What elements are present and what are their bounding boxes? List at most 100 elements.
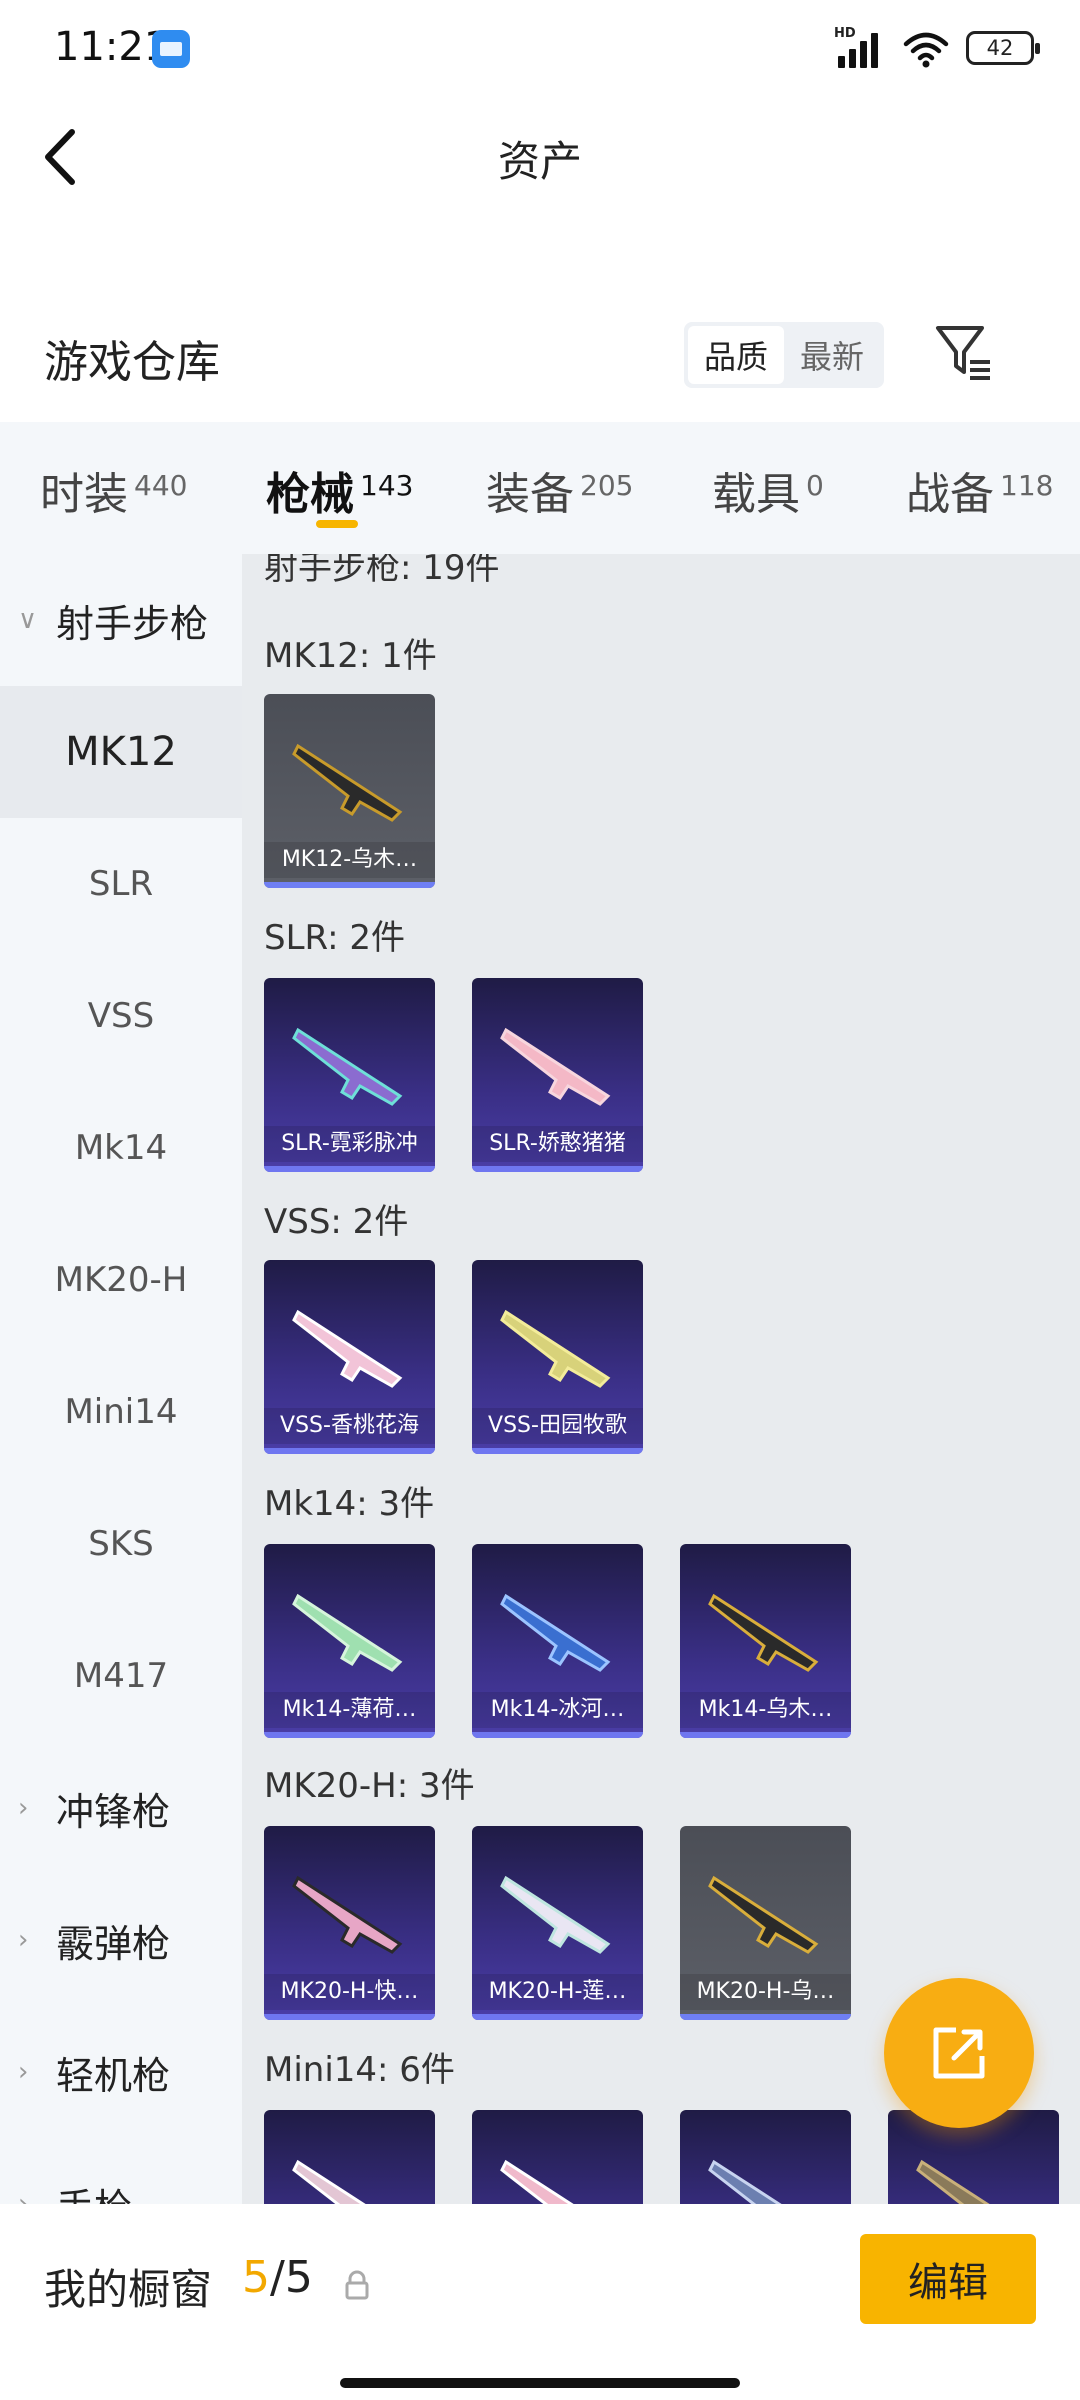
weapon-card-name: Mk14-冰河… bbox=[472, 1692, 643, 1728]
tab-count: 0 bbox=[806, 469, 824, 502]
weapon-card[interactable]: SLR-娇憨猪猪 bbox=[472, 978, 643, 1172]
tab-count: 205 bbox=[580, 469, 634, 502]
edit-button[interactable]: 编辑 bbox=[860, 2234, 1036, 2324]
tab-supplies[interactable]: 战备 118 bbox=[906, 458, 1053, 522]
rifle-icon bbox=[708, 1875, 819, 1954]
weapon-card-name: MK20-H-乌… bbox=[680, 1974, 851, 2010]
status-icons: HD 42 bbox=[834, 26, 1040, 68]
sort-toggle: 品质 最新 bbox=[684, 322, 884, 388]
weapon-card[interactable]: Mk14-冰河… bbox=[472, 1544, 643, 1738]
section-title-mk14: Mk14: 3件 bbox=[264, 1484, 435, 1524]
sidebar-item-mk12[interactable]: MK12 bbox=[0, 686, 242, 818]
tab-label: 战备 bbox=[906, 469, 994, 520]
section-title-mk20h: MK20-H: 3件 bbox=[264, 1766, 475, 1806]
weapon-card-name: VSS-香桃花海 bbox=[264, 1408, 435, 1444]
rifle-icon bbox=[916, 2159, 990, 2204]
rifle-icon bbox=[708, 2159, 782, 2204]
home-indicator[interactable] bbox=[340, 2378, 740, 2388]
weapon-category-sidebar: ∨ 射手步枪 MK12 SLR VSS Mk14 MK20-H Mini14 S… bbox=[0, 554, 242, 2204]
weapon-card[interactable]: VSS-香桃花海 bbox=[264, 1260, 435, 1454]
assets-screen: 11:21 HD 42 资产 游戏仓库 品质 最新 时装 440 枪械 143 … bbox=[0, 0, 1080, 2400]
weapon-card-name: Mk14-薄荷… bbox=[264, 1692, 435, 1728]
sidebar-item-m417[interactable]: M417 bbox=[0, 1610, 242, 1742]
weapon-card[interactable]: VSS-田园牧歌 bbox=[472, 1260, 643, 1454]
lock-icon bbox=[345, 2270, 369, 2300]
tab-count: 143 bbox=[360, 469, 414, 502]
share-fab-button[interactable] bbox=[884, 1978, 1034, 2128]
rifle-icon bbox=[292, 1309, 403, 1388]
rifle-icon bbox=[292, 1875, 403, 1954]
sidebar-item-mini14[interactable]: Mini14 bbox=[0, 1346, 242, 1478]
chevron-right-icon: › bbox=[18, 2189, 29, 2204]
sort-quality-option[interactable]: 品质 bbox=[688, 326, 784, 384]
sidebar-group-marksman-rifles[interactable]: ∨ 射手步枪 bbox=[0, 554, 242, 686]
tab-label: 载具 bbox=[712, 469, 800, 520]
showcase-current: 5 bbox=[242, 2252, 270, 2303]
weapon-card-name: MK20-H-莲… bbox=[472, 1974, 643, 2010]
sidebar-group-label: 射手步枪 bbox=[56, 601, 209, 646]
network-type: HD bbox=[834, 26, 856, 41]
sidebar-item-vss[interactable]: VSS bbox=[0, 950, 242, 1082]
tab-equipment[interactable]: 装备 205 bbox=[486, 458, 633, 522]
sidebar-item-slr[interactable]: SLR bbox=[0, 818, 242, 950]
sidebar-group-label: 霰弹枪 bbox=[56, 1921, 171, 1966]
weapon-card-name: SLR-霓彩脉冲 bbox=[264, 1126, 435, 1162]
tab-count: 440 bbox=[134, 469, 188, 502]
category-header: 射手步枪: 19件 bbox=[264, 554, 500, 588]
showcase-total: /5 bbox=[270, 2252, 313, 2303]
weapon-card[interactable]: MK20-H-莲… bbox=[472, 1826, 643, 2020]
tab-vehicles[interactable]: 载具 0 bbox=[712, 458, 824, 522]
battery-icon: 42 bbox=[966, 31, 1040, 65]
section-title-mini14: Mini14: 6件 bbox=[264, 2050, 455, 2090]
sidebar-group-pistol[interactable]: › 手枪 bbox=[0, 2138, 242, 2205]
wifi-icon bbox=[903, 32, 949, 68]
section-title-mk12: MK12: 1件 bbox=[264, 636, 437, 676]
nav-bar: 资产 bbox=[0, 100, 1080, 210]
sidebar-group-label: 冲锋枪 bbox=[56, 1789, 171, 1834]
sidebar-item-mk14[interactable]: Mk14 bbox=[0, 1082, 242, 1214]
sidebar-group-smg[interactable]: › 冲锋枪 bbox=[0, 1742, 242, 1874]
sidebar-group-lmg[interactable]: › 轻机枪 bbox=[0, 2006, 242, 2138]
rifle-icon bbox=[500, 1875, 611, 1954]
weapon-card[interactable] bbox=[472, 2110, 643, 2204]
rifle-icon bbox=[500, 1027, 611, 1106]
sidebar-item-sks[interactable]: SKS bbox=[0, 1478, 242, 1610]
weapon-card[interactable]: Mk14-乌木… bbox=[680, 1544, 851, 1738]
weapon-card-name: VSS-田园牧歌 bbox=[472, 1408, 643, 1444]
tab-label: 枪械 bbox=[266, 469, 354, 520]
warehouse-title: 游戏仓库 bbox=[44, 337, 220, 388]
chevron-down-icon: ∨ bbox=[18, 605, 38, 635]
sidebar-item-mk20h[interactable]: MK20-H bbox=[0, 1214, 242, 1346]
rifle-icon bbox=[292, 2159, 366, 2204]
page-title: 资产 bbox=[497, 137, 582, 186]
filter-icon[interactable] bbox=[934, 322, 994, 384]
weapon-card[interactable] bbox=[264, 2110, 435, 2204]
weapon-card[interactable] bbox=[680, 2110, 851, 2204]
weapon-card[interactable]: SLR-霓彩脉冲 bbox=[264, 978, 435, 1172]
category-tabs: 时装 440 枪械 143 装备 205 载具 0 战备 118 bbox=[0, 422, 1080, 554]
weapon-card-name: MK20-H-快… bbox=[264, 1974, 435, 2010]
tab-label: 时装 bbox=[40, 469, 128, 520]
tab-firearms[interactable]: 枪械 143 bbox=[266, 458, 413, 522]
active-tab-indicator bbox=[316, 520, 358, 528]
weapon-card[interactable]: Mk14-薄荷… bbox=[264, 1544, 435, 1738]
sort-newest-option[interactable]: 最新 bbox=[784, 326, 880, 384]
app-notification-icon bbox=[152, 30, 190, 68]
weapon-card-name: Mk14-乌木… bbox=[680, 1692, 851, 1728]
weapon-card[interactable]: MK20-H-快… bbox=[264, 1826, 435, 2020]
status-bar: 11:21 HD 42 bbox=[0, 0, 1080, 100]
tab-label: 装备 bbox=[486, 469, 574, 520]
weapon-card[interactable]: MK20-H-乌… bbox=[680, 1826, 851, 2020]
showcase-label: 我的橱窗 bbox=[44, 2265, 213, 2314]
weapon-grid: 射手步枪: 19件 MK12: 1件 MK12-乌木… SLR: 2件 SLR-… bbox=[242, 554, 1080, 2204]
showcase-count: 5/5 bbox=[242, 2252, 313, 2303]
rifle-icon bbox=[708, 1593, 819, 1672]
tab-fashion[interactable]: 时装 440 bbox=[40, 458, 187, 522]
sidebar-group-shotgun[interactable]: › 霰弹枪 bbox=[0, 1874, 242, 2006]
rifle-icon bbox=[292, 1593, 403, 1672]
rifle-icon bbox=[500, 1593, 611, 1672]
rifle-icon bbox=[500, 1309, 611, 1388]
chevron-right-icon: › bbox=[18, 2057, 29, 2087]
weapon-card-name: SLR-娇憨猪猪 bbox=[472, 1126, 643, 1162]
weapon-card[interactable]: MK12-乌木… bbox=[264, 694, 435, 888]
